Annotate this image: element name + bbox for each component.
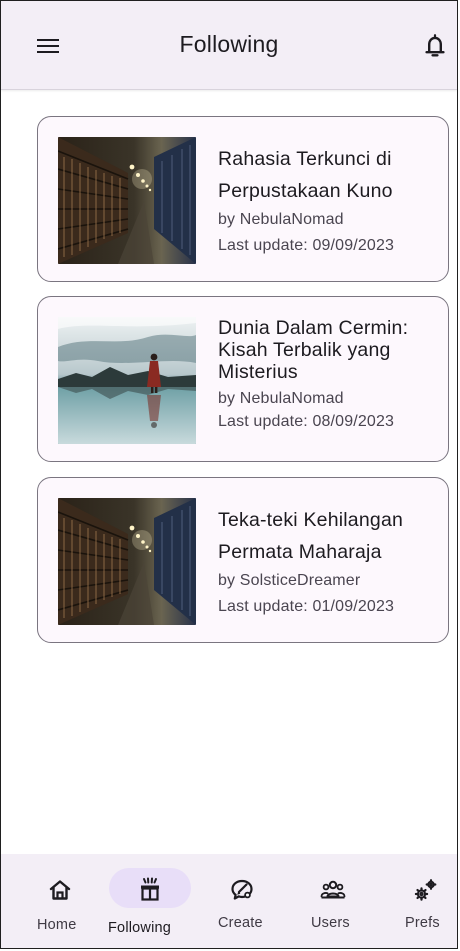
- nav-label: Users: [311, 915, 350, 931]
- nav-label: Following: [108, 920, 172, 936]
- story-card[interactable]: Teka-teki Kehilangan Permata Maharaja by…: [37, 477, 449, 643]
- story-card[interactable]: Rahasia Terkunci di Perpustakaan Kuno by…: [37, 116, 449, 282]
- bell-icon[interactable]: [423, 33, 447, 59]
- nav-item-following[interactable]: Following: [108, 854, 191, 948]
- create-icon: [228, 876, 256, 904]
- nav-item-create[interactable]: Create: [215, 854, 271, 948]
- story-last-update: Last update: 08/09/2023: [218, 413, 395, 430]
- nav-item-prefs[interactable]: Prefs: [403, 854, 449, 948]
- story-title-line: Rahasia Terkunci di: [218, 148, 392, 170]
- story-title-line: Dunia Dalam Cermin:: [218, 317, 409, 339]
- page-title: Following: [179, 31, 279, 57]
- story-title-line: Permata Maharaja: [218, 541, 382, 563]
- story-author: by NebulaNomad: [218, 211, 344, 228]
- story-thumbnail: [58, 317, 196, 444]
- story-info: Dunia Dalam Cermin: Kisah Terbalik yang …: [218, 317, 436, 433]
- following-icon: [136, 876, 164, 904]
- nav-item-users[interactable]: Users: [307, 854, 359, 948]
- story-title-line: Teka-teki Kehilangan: [218, 509, 404, 531]
- story-title-line: Kisah Terbalik yang: [218, 339, 391, 361]
- nav-label: Home: [37, 917, 77, 933]
- story-author: by NebulaNomad: [218, 390, 344, 407]
- story-thumbnail: [58, 137, 196, 264]
- prefs-icon: [412, 876, 440, 904]
- top-app-bar: Following: [1, 1, 457, 90]
- nav-label: Prefs: [405, 915, 440, 931]
- users-icon: [319, 876, 347, 904]
- story-title-line: Misterius: [218, 361, 298, 383]
- story-thumbnail: [58, 498, 196, 625]
- story-info: Teka-teki Kehilangan Permata Maharaja by…: [218, 504, 436, 620]
- story-title-line: Perpustakaan Kuno: [218, 180, 393, 202]
- bottom-navigation: Home Following Create Users Prefs: [1, 854, 457, 948]
- story-card[interactable]: Dunia Dalam Cermin: Kisah Terbalik yang …: [37, 296, 449, 462]
- story-last-update: Last update: 01/09/2023: [218, 598, 395, 615]
- story-info: Rahasia Terkunci di Perpustakaan Kuno by…: [218, 143, 436, 259]
- story-author: by SolsticeDreamer: [218, 572, 361, 589]
- nav-label: Create: [218, 915, 263, 931]
- story-last-update: Last update: 09/09/2023: [218, 237, 395, 254]
- home-icon: [46, 876, 74, 904]
- nav-item-home[interactable]: Home: [35, 854, 85, 948]
- app-frame: Following Rahasia Terkunci di Perpustaka…: [0, 0, 458, 949]
